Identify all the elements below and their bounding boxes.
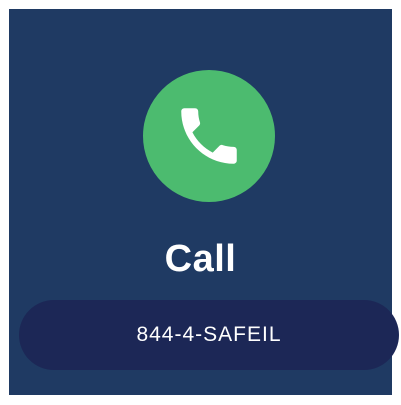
card-title: Call [164,238,237,280]
phone-number-button[interactable]: 844-4-SAFEIL [19,300,399,370]
call-icon-button[interactable] [143,70,275,202]
phone-number-label: 844-4-SAFEIL [136,323,282,346]
call-card: Call 844-4-SAFEIL [9,9,399,395]
phone-icon [181,108,237,164]
